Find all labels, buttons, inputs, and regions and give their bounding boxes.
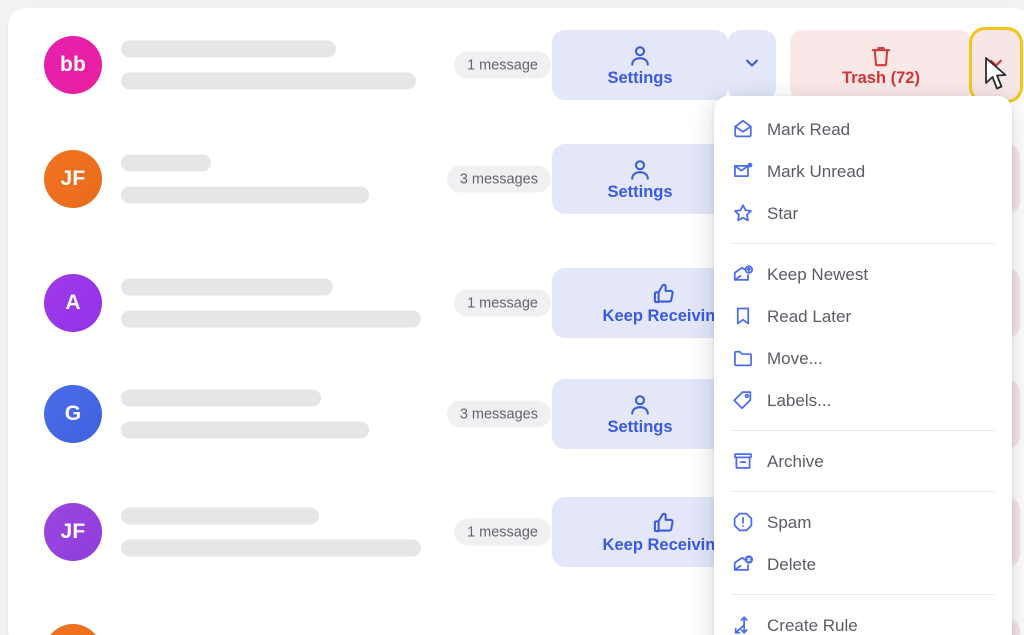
avatar: JF [44,503,102,561]
menu-item-archive[interactable]: Archive [714,440,1012,482]
menu-item-delete[interactable]: Delete [714,543,1012,585]
skeleton-bar [121,389,321,407]
person-icon [627,392,653,418]
message-count-badge: 1 message [454,289,551,317]
menu-item-spam[interactable]: Spam [714,501,1012,543]
menu-item-label: Mark Unread [767,161,866,181]
skeleton-bar [121,40,336,58]
menu-item-label: Create Rule [767,615,858,635]
menu-item-label: Archive [767,451,824,471]
app-root: bb 1 message Settings Trash (72) JF 3 message… [0,0,1024,635]
message-count-badge: 1 message [454,518,551,546]
trash-icon [868,43,894,69]
menu-item-label: Star [767,203,799,223]
trash-button[interactable]: Trash (72) [790,30,972,100]
menu-item-keep-newest[interactable]: Keep Newest [714,253,1012,295]
avatar: JF [44,150,102,208]
avatar [44,624,102,635]
message-count-badge: 1 message [454,51,551,79]
person-icon [627,43,653,69]
settings-button[interactable]: Settings [552,144,728,214]
skeleton-bar [121,186,369,204]
menu-item-labels[interactable]: Labels... [714,379,1012,421]
button-label: Keep Receiving [602,307,726,326]
menu-separator [732,243,994,244]
button-label: Keep Receiving [602,536,726,555]
envelope-dot-icon [732,160,754,182]
trash-dropdown-menu[interactable]: Mark Read Mark Unread Star Keep Newest Read … [714,96,1012,635]
envelope-x-icon [732,553,754,575]
skeleton-bar [121,421,369,439]
menu-item-move[interactable]: Move... [714,337,1012,379]
menu-separator [732,430,994,431]
button-label: Settings [607,183,673,202]
envelope-open-icon [732,118,754,140]
skeleton-bar [121,72,416,90]
trash-dropdown-toggle[interactable] [972,30,1020,100]
menu-item-create-rule[interactable]: Create Rule [714,604,1012,635]
menu-item-label: Move... [767,348,823,368]
menu-item-read-later[interactable]: Read Later [714,295,1012,337]
button-label: Trash (72) [842,69,920,88]
menu-separator [732,491,994,492]
button-label: Settings [607,418,673,437]
skeleton-bar [121,310,421,328]
menu-item-mark-unread[interactable]: Mark Unread [714,150,1012,192]
menu-item-label: Mark Read [767,119,851,139]
menu-item-label: Spam [767,512,812,532]
menu-item-label: Keep Newest [767,264,869,284]
avatar: bb [44,36,102,94]
skeleton-bar [121,154,211,172]
content-placeholder [121,507,421,557]
menu-item-label: Delete [767,554,817,574]
menu-item-star[interactable]: Star [714,192,1012,234]
skeleton-bar [121,539,421,557]
menu-separator [732,594,994,595]
menu-item-mark-read[interactable]: Mark Read [714,108,1012,150]
create-rule-arrows-icon [732,614,754,635]
button-label: Settings [607,69,673,88]
message-count-badge: 3 messages [446,400,551,428]
avatar: A [44,274,102,332]
menu-item-label: Labels... [767,390,832,410]
archive-box-icon [732,450,754,472]
exclamation-octagon-icon [732,511,754,533]
star-icon [732,202,754,224]
person-icon [627,157,653,183]
tag-icon [732,389,754,411]
chevron-down-icon [987,54,1005,77]
content-placeholder [121,154,369,204]
avatar: G [44,385,102,443]
thumbs-up-icon [651,510,677,536]
settings-dropdown-toggle[interactable] [728,30,776,100]
folder-icon [732,347,754,369]
message-count-badge: 3 messages [446,165,551,193]
bookmark-icon [732,305,754,327]
skeleton-bar [121,507,319,525]
envelope-arrow-up-icon [732,263,754,285]
thumbs-up-icon [651,281,677,307]
content-placeholder [121,389,369,439]
settings-button[interactable]: Settings [552,30,728,100]
settings-button[interactable]: Settings [552,379,728,449]
chevron-down-icon [743,54,761,77]
content-placeholder [121,40,416,90]
skeleton-bar [121,278,333,296]
content-placeholder [121,278,421,328]
menu-item-label: Read Later [767,306,852,326]
